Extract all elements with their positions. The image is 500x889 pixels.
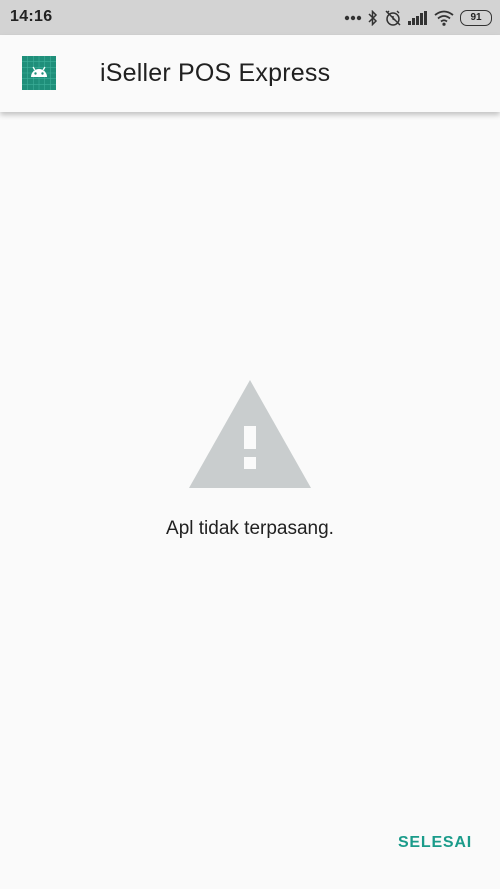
signal-icon (408, 11, 428, 25)
battery-icon: 91 (460, 10, 492, 26)
warning-triangle-icon (189, 380, 311, 488)
bluetooth-icon (368, 10, 378, 26)
wifi-icon (434, 10, 454, 26)
status-bar: 14:16 91 (0, 0, 500, 35)
status-time: 14:16 (10, 8, 53, 25)
error-message: Apl tidak terpasang. (166, 518, 334, 539)
status-icons: 91 (344, 6, 492, 30)
app-title: iSeller POS Express (100, 59, 331, 87)
alarm-off-icon (384, 9, 402, 27)
app-bar: iSeller POS Express (0, 35, 500, 112)
screen: 14:16 91 iSeller POS Express Apl tidak t… (0, 0, 500, 889)
more-dots-icon (344, 15, 362, 21)
done-button[interactable]: SELESAI (398, 834, 472, 852)
android-app-icon (22, 56, 56, 90)
